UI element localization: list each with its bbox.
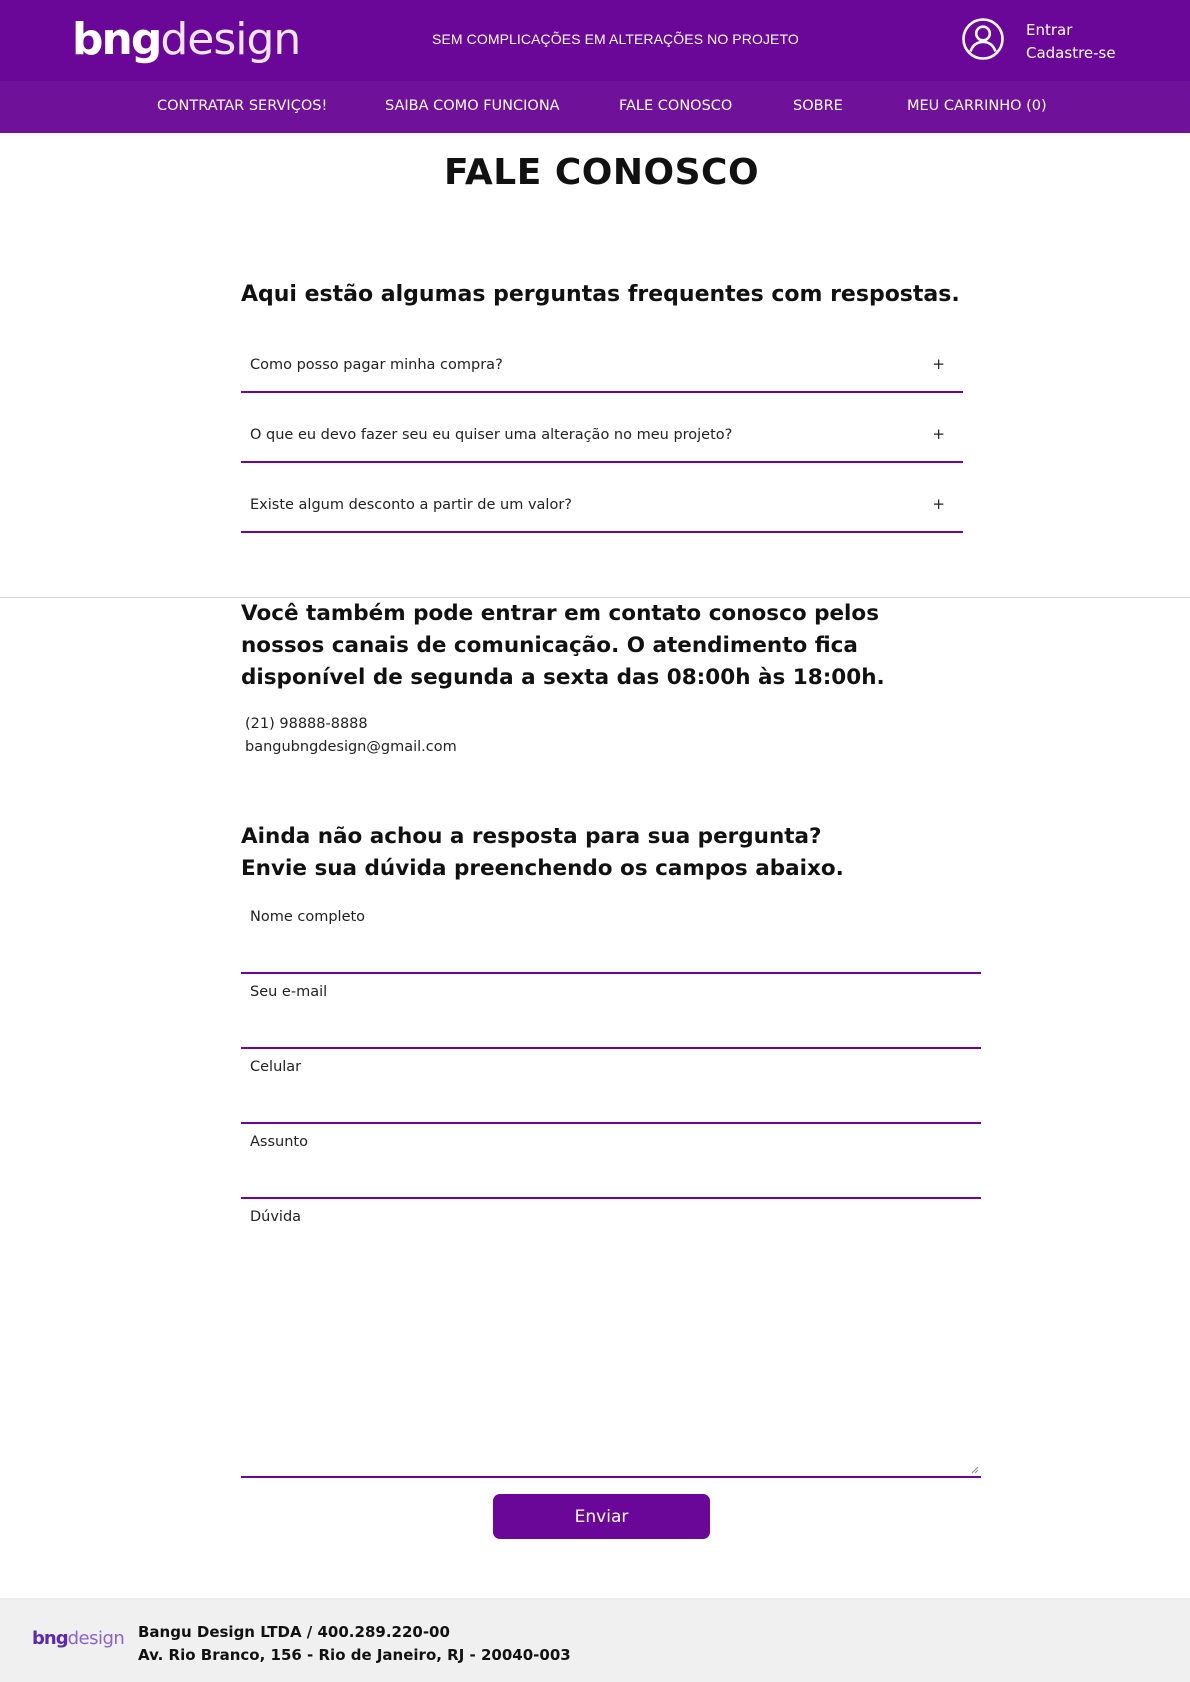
subject-field: Assunto xyxy=(241,1134,981,1199)
name-field-label: Nome completo xyxy=(250,909,366,925)
footer-logo-light-text: design xyxy=(67,1628,125,1649)
site-logo[interactable]: bngdesign xyxy=(72,12,301,68)
expand-plus-icon[interactable]: + xyxy=(932,425,945,443)
account-links: Entrar Cadastre-se xyxy=(1026,19,1116,65)
nav-item-saiba-como-funciona[interactable]: SAIBA COMO FUNCIONA xyxy=(385,98,560,114)
footer-logo-bold-text: bng xyxy=(32,1628,69,1649)
page-title: FALE CONOSCO xyxy=(443,152,760,193)
footer-address: Av. Rio Branco, 156 - Rio de Janeiro, RJ… xyxy=(138,1646,571,1664)
footer-info: Bangu Design LTDA / 400.289.220-00 Av. R… xyxy=(138,1621,571,1667)
subject-field-label: Assunto xyxy=(250,1134,308,1150)
contact-email[interactable]: bangubngdesign@gmail.com xyxy=(245,739,457,755)
main-nav: CONTRATAR SERVIÇOS! SAIBA COMO FUNCIONA … xyxy=(0,81,1190,133)
subject-input[interactable] xyxy=(241,1173,981,1197)
form-heading-line-1: Ainda não achou a resposta para sua perg… xyxy=(241,824,822,849)
nav-item-sobre[interactable]: SOBRE xyxy=(793,98,843,114)
footer-logo[interactable]: bngdesign xyxy=(32,1628,125,1649)
email-field-label: Seu e-mail xyxy=(250,984,328,1000)
nav-item-meu-carrinho[interactable]: MEU CARRINHO (0) xyxy=(907,98,1047,114)
faq-item[interactable]: O que eu devo fazer seu eu quiser uma al… xyxy=(241,417,963,463)
contact-phone: (21) 98888-8888 xyxy=(245,716,368,732)
faq-question: Existe algum desconto a partir de um val… xyxy=(250,497,572,513)
login-link[interactable]: Entrar xyxy=(1026,19,1116,42)
footer: bngdesign Bangu Design LTDA / 400.289.22… xyxy=(0,1598,1190,1682)
faq-item[interactable]: Como posso pagar minha compra? + xyxy=(241,347,963,393)
logo-bold-text: bng xyxy=(72,14,162,65)
signup-link[interactable]: Cadastre-se xyxy=(1026,42,1116,65)
resize-grip-icon[interactable] xyxy=(971,1466,979,1474)
top-header: bngdesign SEM COMPLICAÇÕES EM ALTERAÇÕES… xyxy=(0,0,1190,81)
phone-field: Celular xyxy=(241,1059,981,1124)
email-field: Seu e-mail xyxy=(241,984,981,1049)
faq-question: Como posso pagar minha compra? xyxy=(250,357,503,373)
form-heading-line-2: Envie sua dúvida preenchendo os campos a… xyxy=(241,856,844,881)
user-account-icon[interactable] xyxy=(961,17,1005,61)
question-field-label: Dúvida xyxy=(250,1209,302,1225)
phone-input[interactable] xyxy=(241,1098,981,1122)
submit-button[interactable]: Enviar xyxy=(493,1494,710,1539)
header-tagline: SEM COMPLICAÇÕES EM ALTERAÇÕES NO PROJET… xyxy=(432,31,799,47)
nav-item-fale-conosco[interactable]: FALE CONOSCO xyxy=(619,98,732,114)
question-field: Dúvida xyxy=(241,1209,981,1478)
logo-light-text: design xyxy=(160,14,301,65)
faq-question: O que eu devo fazer seu eu quiser uma al… xyxy=(250,427,733,443)
email-input[interactable] xyxy=(241,1023,981,1047)
expand-plus-icon[interactable]: + xyxy=(932,355,945,373)
name-input[interactable] xyxy=(241,948,981,972)
contact-intro: Você também pode entrar em contato conos… xyxy=(241,601,885,690)
footer-company: Bangu Design LTDA / 400.289.220-00 xyxy=(138,1623,450,1641)
faq-heading: Aqui estão algumas perguntas frequentes … xyxy=(241,282,960,307)
phone-field-label: Celular xyxy=(250,1059,302,1075)
nav-item-contratar-servicos[interactable]: CONTRATAR SERVIÇOS! xyxy=(157,98,327,114)
name-field: Nome completo xyxy=(241,909,981,974)
form-heading: Ainda não achou a resposta para sua perg… xyxy=(241,821,941,885)
faq-item[interactable]: Existe algum desconto a partir de um val… xyxy=(241,487,963,533)
question-textarea[interactable] xyxy=(241,1239,981,1476)
expand-plus-icon[interactable]: + xyxy=(932,495,945,513)
